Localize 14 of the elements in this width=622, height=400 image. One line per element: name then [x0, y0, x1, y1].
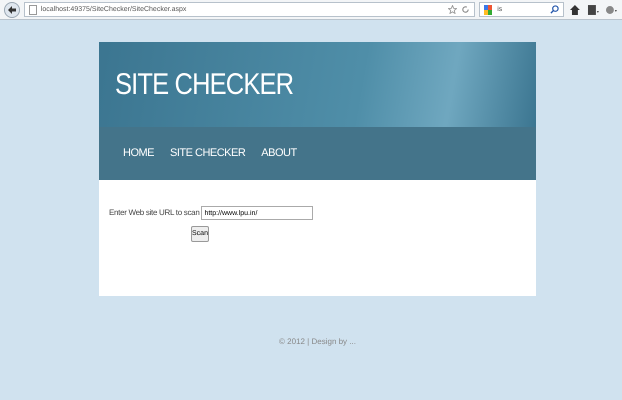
nav-link[interactable]: ABOUT [261, 145, 297, 162]
search-engine-icon [484, 4, 494, 14]
back-button[interactable] [4, 2, 20, 18]
back-arrow-icon [6, 4, 17, 14]
home-icon[interactable] [568, 2, 582, 16]
reload-icon[interactable] [461, 5, 470, 14]
url-label: Enter Web site URL to scan [109, 207, 200, 219]
site-title: SITE CHECKER [115, 67, 294, 103]
search-icon[interactable] [550, 5, 560, 14]
nav-link[interactable]: SITE CHECKER [170, 145, 246, 162]
page-icon [28, 4, 37, 14]
nav-link[interactable]: HOME [123, 145, 154, 162]
bookmark-star-icon[interactable] [448, 5, 458, 14]
footer-text: © 2012 | Design by ... [279, 336, 356, 348]
